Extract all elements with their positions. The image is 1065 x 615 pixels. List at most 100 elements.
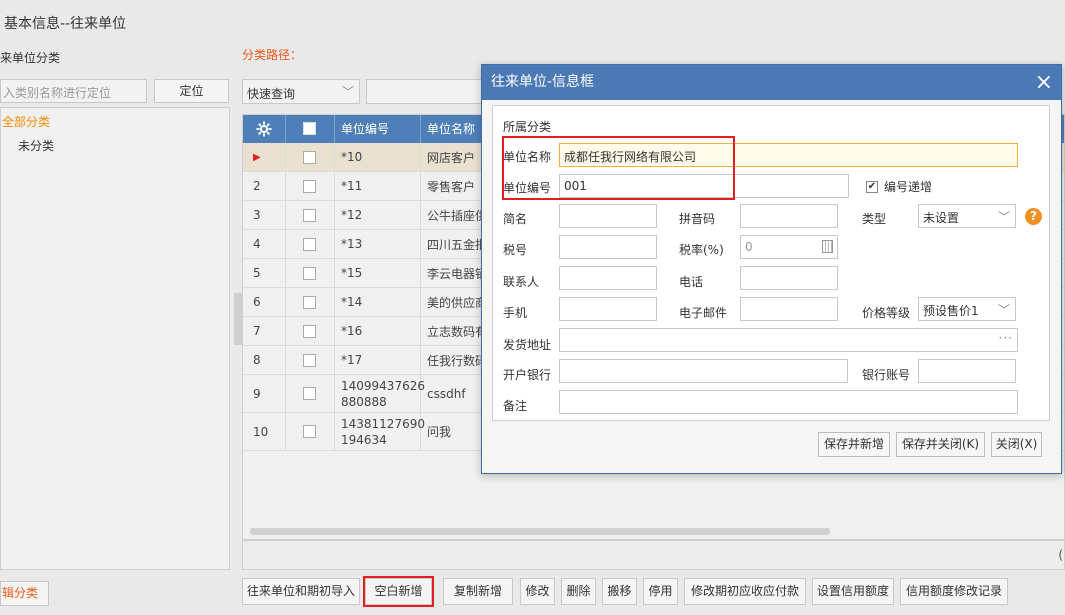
- row-code: *12: [335, 201, 421, 229]
- chevron-down-icon: ﹀: [997, 303, 1010, 317]
- chevron-down-icon: ﹀: [997, 210, 1010, 224]
- code-label: 单位编号: [503, 181, 552, 195]
- help-icon[interactable]: ?: [1025, 208, 1042, 225]
- dialog-title-bar[interactable]: 往来单位-信息框 ×: [482, 65, 1061, 100]
- price-level-value: 预设售价1: [923, 304, 979, 318]
- row-code: *16: [335, 317, 421, 345]
- row-code: *13: [335, 230, 421, 258]
- bank-field[interactable]: [559, 359, 848, 383]
- type-value: 未设置: [923, 211, 960, 225]
- tax-rate-field[interactable]: 0: [740, 235, 838, 259]
- category-search-input[interactable]: 入类别名称进行定位: [0, 79, 147, 103]
- phone-field[interactable]: [740, 266, 838, 290]
- auto-increment-checkbox[interactable]: ✔: [866, 180, 878, 193]
- row-checkbox[interactable]: [286, 230, 335, 258]
- row-checkbox[interactable]: [286, 143, 335, 171]
- row-checkbox[interactable]: [286, 288, 335, 316]
- status-bar: [242, 540, 1065, 570]
- price-level-label: 价格等级: [862, 306, 911, 320]
- row-number: 7: [243, 317, 286, 345]
- more-icon[interactable]: ···: [999, 331, 1013, 345]
- row-checkbox[interactable]: [286, 375, 335, 412]
- import-button[interactable]: 往来单位和期初导入: [242, 578, 360, 605]
- query-input[interactable]: [366, 79, 486, 104]
- locate-button[interactable]: 定位: [154, 79, 229, 103]
- address-label: 发货地址: [503, 338, 552, 352]
- category-heading: 来单位分类: [0, 51, 61, 65]
- email-field[interactable]: [740, 297, 838, 321]
- pinyin-label: 拼音码: [679, 212, 716, 226]
- chevron-down-icon: ﹀: [341, 85, 354, 99]
- select-all-checkbox[interactable]: [286, 115, 335, 143]
- quick-query-select[interactable]: 快速查询 ﹀: [242, 79, 360, 104]
- credit-limit-log-button[interactable]: 信用额度修改记录: [900, 578, 1008, 605]
- close-button[interactable]: 关闭(X): [991, 432, 1042, 457]
- row-checkbox[interactable]: [286, 259, 335, 287]
- edit-opening-balance-button[interactable]: 修改期初应收应付款: [684, 578, 806, 605]
- row-code: *10: [335, 143, 421, 171]
- name-field[interactable]: 成都任我行网络有限公司: [559, 143, 1018, 167]
- short-name-field[interactable]: [559, 204, 657, 228]
- address-field[interactable]: ···: [559, 328, 1018, 352]
- row-code: *15: [335, 259, 421, 287]
- row-number: 8: [243, 346, 286, 374]
- row-checkbox[interactable]: [286, 172, 335, 200]
- edit-button[interactable]: 修改: [520, 578, 555, 605]
- column-header-code[interactable]: 单位编号: [335, 115, 421, 143]
- row-number: 5: [243, 259, 286, 287]
- row-number: 4: [243, 230, 286, 258]
- delete-button[interactable]: 删除: [561, 578, 596, 605]
- blank-new-button[interactable]: 空白新增: [363, 576, 434, 607]
- contact-field[interactable]: [559, 266, 657, 290]
- row-code: *11: [335, 172, 421, 200]
- row-number: 6: [243, 288, 286, 316]
- phone-label: 电话: [679, 275, 704, 289]
- tree-item-all[interactable]: 全部分类: [2, 113, 50, 130]
- move-button[interactable]: 搬移: [602, 578, 637, 605]
- save-and-close-button[interactable]: 保存并关闭(K): [896, 432, 985, 457]
- row-code: *17: [335, 346, 421, 374]
- category-tree: [0, 107, 230, 570]
- row-number: 10: [243, 413, 286, 450]
- type-select[interactable]: 未设置 ﹀: [918, 204, 1016, 228]
- row-number: 9: [243, 375, 286, 412]
- short-name-label: 简名: [503, 212, 528, 226]
- gear-icon[interactable]: [243, 115, 286, 143]
- code-field[interactable]: 001: [559, 174, 849, 198]
- price-level-select[interactable]: 预设售价1 ﹀: [918, 297, 1016, 321]
- close-icon[interactable]: ×: [1035, 65, 1053, 100]
- disable-button[interactable]: 停用: [643, 578, 678, 605]
- tax-no-field[interactable]: [559, 235, 657, 259]
- dialog-title: 往来单位-信息框: [491, 74, 595, 90]
- mobile-label: 手机: [503, 306, 528, 320]
- edit-category-button[interactable]: 辑分类: [0, 581, 49, 606]
- page-title: 基本信息--往来单位: [4, 16, 127, 32]
- row-checkbox[interactable]: [286, 317, 335, 345]
- category-label: 所属分类: [503, 120, 552, 134]
- bank-account-field[interactable]: [918, 359, 1016, 383]
- pinyin-field[interactable]: [740, 204, 838, 228]
- splitter-handle[interactable]: [234, 293, 242, 345]
- mobile-field[interactable]: [559, 297, 657, 321]
- set-credit-limit-button[interactable]: 设置信用额度: [812, 578, 894, 605]
- type-label: 类型: [862, 212, 887, 226]
- name-label: 单位名称: [503, 150, 552, 164]
- calculator-icon[interactable]: [822, 240, 833, 253]
- save-and-new-button[interactable]: 保存并新增: [818, 432, 890, 457]
- row-pointer-icon: ▶: [243, 143, 286, 171]
- row-code: 14099437626 880888: [335, 375, 425, 412]
- tree-item-uncategorized[interactable]: 未分类: [18, 137, 54, 154]
- remark-label: 备注: [503, 399, 528, 413]
- remark-field[interactable]: [559, 390, 1018, 414]
- row-checkbox[interactable]: [286, 346, 335, 374]
- row-checkbox[interactable]: [286, 413, 335, 450]
- row-number: 3: [243, 201, 286, 229]
- horizontal-scrollbar[interactable]: [250, 528, 830, 535]
- category-path-label: 分类路径：: [242, 48, 303, 62]
- unit-info-dialog: 往来单位-信息框 × 所属分类 单位名称 成都任我行网络有限公司 单位编号 00…: [481, 64, 1062, 474]
- row-code: 14381127690 194634: [335, 413, 425, 450]
- row-checkbox[interactable]: [286, 201, 335, 229]
- copy-new-button[interactable]: 复制新增: [443, 578, 513, 605]
- row-number: 2: [243, 172, 286, 200]
- auto-increment-toggle[interactable]: ✔ 编号递增: [866, 178, 932, 195]
